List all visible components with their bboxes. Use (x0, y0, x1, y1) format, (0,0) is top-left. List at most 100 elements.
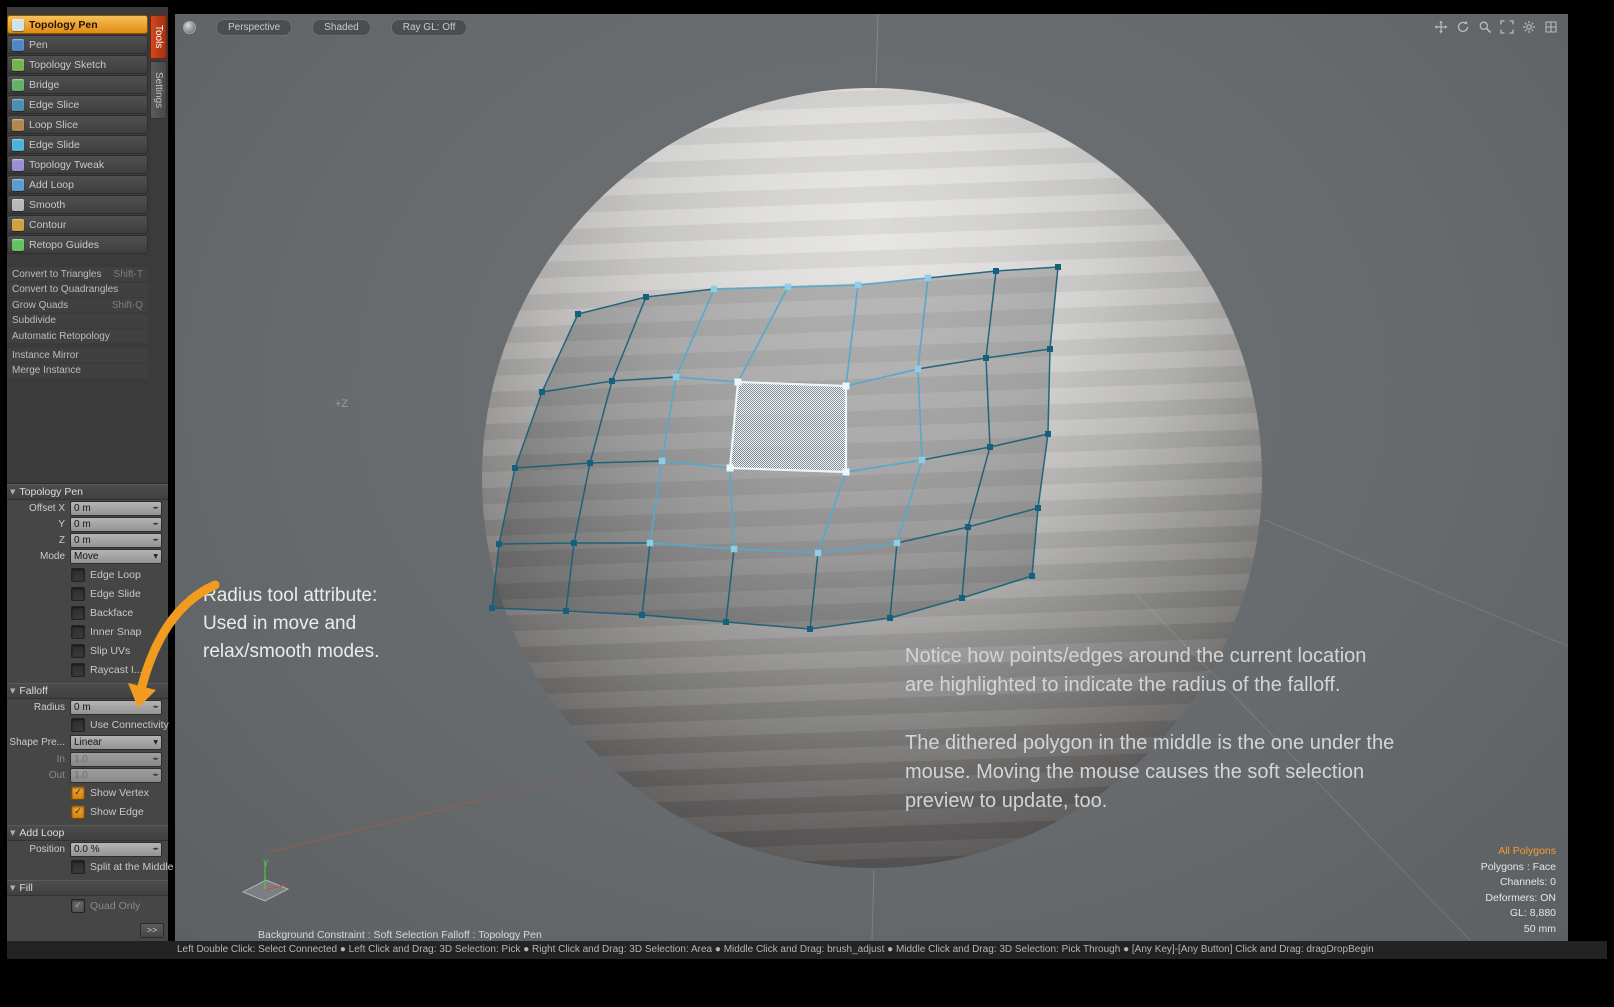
command-convert-to-triangles[interactable]: Convert to Triangles Shift-T (7, 267, 148, 281)
collapse-triangle-icon: ▼ (10, 884, 15, 892)
spinner-arrows-icon[interactable]: ◄► (152, 537, 158, 543)
tool-item-loop-slice[interactable]: Loop Slice (7, 115, 148, 134)
y-axis-label: Y (263, 858, 269, 868)
tool-item-topology-sketch[interactable]: Topology Sketch (7, 55, 148, 74)
checkbox-raycast[interactable]: ✓ (71, 663, 85, 677)
checkbox-slip-uvs[interactable]: ✓ (71, 644, 85, 658)
section-header-add-loop[interactable]: ▼ Add Loop (7, 825, 168, 841)
tool-properties-panel: ▼ Topology Pen Offset X 0 m ◄► Y 0 m ◄► … (7, 483, 168, 941)
raygl-button[interactable]: Ray GL: Off (391, 19, 468, 36)
bridge-icon (12, 79, 24, 91)
command-subdivide[interactable]: Subdivide (7, 314, 148, 328)
expand-panel-button[interactable]: >> (140, 923, 164, 938)
radius-field[interactable]: 0 m ◄► (70, 700, 162, 715)
section-header-fill[interactable]: ▼ Fill (7, 880, 168, 896)
all-polygons-label: All Polygons (1481, 844, 1556, 860)
tool-item-label: Contour (29, 219, 66, 231)
command-instance-mirror[interactable]: Instance Mirror (7, 348, 148, 362)
tool-item-add-loop[interactable]: Add Loop (7, 175, 148, 194)
tool-item-label: Topology Tweak (29, 159, 104, 171)
section-header-falloff[interactable]: ▼ Falloff (7, 683, 168, 699)
position-field[interactable]: 0.0 % ◄► (70, 842, 162, 857)
in-label: In (7, 754, 65, 765)
checkbox-show-edge[interactable]: ✓ (71, 805, 85, 819)
z-axis-label: +Z (335, 398, 348, 410)
spinner-arrows-icon[interactable]: ◄► (152, 505, 158, 511)
spinner-arrows-icon[interactable]: ◄► (152, 521, 158, 527)
radius-label: Radius (7, 702, 65, 713)
section-header-topology-pen[interactable]: ▼ Topology Pen (7, 484, 168, 500)
offset-z-field[interactable]: 0 m ◄► (70, 533, 162, 548)
gear-icon[interactable] (1522, 20, 1536, 34)
mouse-mapping-statusbar: Left Double Click: Select Connected ● Le… (7, 941, 1607, 959)
out-field: 1.0 ◄► (70, 768, 162, 783)
spinner-arrows-icon[interactable]: ◄► (152, 846, 158, 852)
tool-item-label: Edge Slide (29, 139, 80, 151)
spinner-arrows-icon[interactable]: ◄► (152, 704, 158, 710)
camera-icon[interactable] (183, 21, 196, 34)
checkbox-edge-loop[interactable]: ✓ (71, 568, 85, 582)
loop-slice-icon (12, 119, 24, 131)
modo-window: Topology Pen Pen Topology Sketch Bridge … (0, 0, 1614, 1007)
command-merge-instance[interactable]: Merge Instance (7, 364, 148, 378)
polygons-mode-label: Polygons : Face (1481, 860, 1556, 876)
tool-item-bridge[interactable]: Bridge (7, 75, 148, 94)
section-title: Fill (19, 882, 32, 894)
perspective-button[interactable]: Perspective (216, 19, 292, 36)
tool-item-label: Smooth (29, 199, 65, 211)
tool-item-pen[interactable]: Pen (7, 35, 148, 54)
out-label: Out (7, 770, 65, 781)
tool-item-contour[interactable]: Contour (7, 215, 148, 234)
command-convert-to-quadrangles[interactable]: Convert to Quadrangles (7, 283, 148, 297)
tool-item-label: Pen (29, 39, 48, 51)
offset-x-field[interactable]: 0 m ◄► (70, 501, 162, 516)
section-title: Add Loop (19, 827, 64, 839)
mode-dropdown[interactable]: Move ▼ (70, 549, 162, 564)
pen-icon (12, 39, 24, 51)
tool-item-edge-slide[interactable]: Edge Slide (7, 135, 148, 154)
topology-sketch-icon (12, 59, 24, 71)
tool-item-topology-pen[interactable]: Topology Pen (7, 15, 148, 34)
retopo-guides-icon (12, 239, 24, 251)
checkbox-split-at-middle[interactable]: ✓ (71, 860, 85, 874)
orbit-icon[interactable] (1456, 20, 1470, 34)
tab-settings[interactable]: Settings (150, 61, 167, 119)
checkbox-edge-slide[interactable]: ✓ (71, 587, 85, 601)
deformers-label: Deformers: ON (1481, 891, 1556, 907)
checkbox-use-connectivity[interactable]: ✓ (71, 718, 85, 732)
zoom-icon[interactable] (1478, 20, 1492, 34)
tool-item-topology-tweak[interactable]: Topology Tweak (7, 155, 148, 174)
tool-item-smooth[interactable]: Smooth (7, 195, 148, 214)
collapse-triangle-icon: ▼ (10, 829, 15, 837)
offset-x-label: Offset X (7, 503, 65, 514)
shortcut-label: Shift-T (114, 269, 143, 280)
viewport-nav-icons (1434, 20, 1558, 34)
checkbox-backface[interactable]: ✓ (71, 606, 85, 620)
section-title: Topology Pen (19, 486, 83, 498)
panel-tab-strip: Tools Settings (150, 15, 168, 119)
collapse-triangle-icon: ▼ (10, 687, 15, 695)
command-automatic-retopology[interactable]: Automatic Retopology (7, 329, 148, 343)
maximize-icon[interactable] (1500, 20, 1514, 34)
collapse-triangle-icon: ▼ (10, 488, 15, 496)
tool-item-edge-slice[interactable]: Edge Slice (7, 95, 148, 114)
tool-item-label: Bridge (29, 79, 59, 91)
shape-preset-dropdown[interactable]: Linear ▼ (70, 735, 162, 750)
checkbox-inner-snap[interactable]: ✓ (71, 625, 85, 639)
viewport-toolbar: Perspective Shaded Ray GL: Off (183, 19, 467, 36)
command-grow-quads[interactable]: Grow Quads Shift-Q (7, 298, 148, 312)
pan-icon[interactable] (1434, 20, 1448, 34)
offset-y-field[interactable]: 0 m ◄► (70, 517, 162, 532)
tab-tools[interactable]: Tools (150, 15, 167, 59)
grid-icon[interactable] (1544, 20, 1558, 34)
viewport-3d[interactable]: Perspective Shaded Ray GL: Off (175, 14, 1568, 941)
tool-item-retopo-guides[interactable]: Retopo Guides (7, 235, 148, 254)
contour-icon (12, 219, 24, 231)
shaded-button[interactable]: Shaded (312, 19, 370, 36)
mode-label: Mode (7, 551, 65, 562)
checkbox-show-vertex[interactable]: ✓ (71, 786, 85, 800)
offset-y-label: Y (7, 519, 65, 530)
edge-slice-icon (12, 99, 24, 111)
shape-preset-label: Shape Pre... (7, 737, 65, 748)
checkbox-quad-only: ✓ (71, 899, 85, 913)
